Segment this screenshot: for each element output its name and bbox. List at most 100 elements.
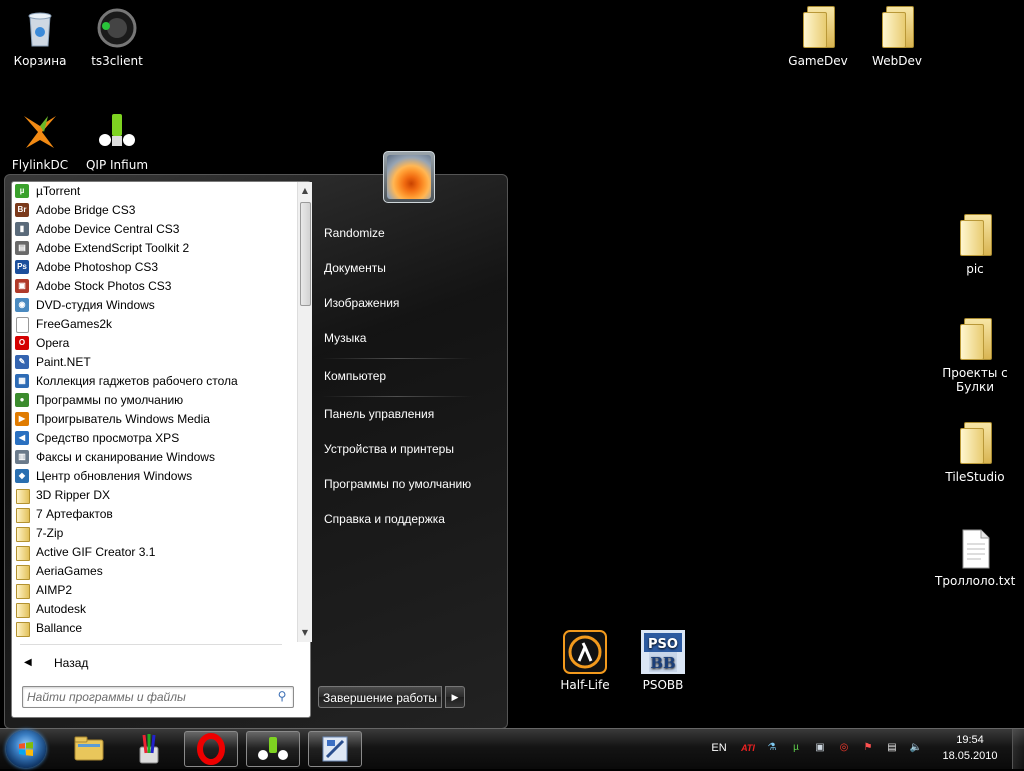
start-item-computer[interactable]: Компьютер (324, 365, 386, 387)
divider (321, 396, 473, 397)
program-list-item[interactable]: ▦ Коллекция гаджетов рабочего стола (12, 372, 296, 391)
start-item-pictures[interactable]: Изображения (324, 292, 399, 314)
start-item-music[interactable]: Музыка (324, 327, 366, 349)
program-list-item[interactable]: 3D Ripper DX (12, 486, 296, 505)
program-list-item[interactable]: 7-Zip (12, 524, 296, 543)
search-box[interactable]: ⚲ (22, 686, 294, 708)
action-center-icon[interactable]: ⚑ (860, 740, 876, 756)
program-label: Adobe Bridge CS3 (36, 203, 136, 217)
taskbar-photoshop-button[interactable] (308, 731, 362, 767)
folder-icon (16, 508, 30, 523)
teamspeak-icon (95, 6, 139, 50)
start-item-control-panel[interactable]: Панель управления (324, 403, 434, 425)
program-list-item[interactable]: 7 Артефактов (12, 505, 296, 524)
taskbar-qip-button[interactable] (246, 731, 300, 767)
desktop-icon-label: GameDev (788, 54, 848, 68)
program-list-item[interactable]: ✎ Paint.NET (12, 353, 296, 372)
start-menu: µ µTorrent Br Adobe Bridge CS3 ▮ Adobe Device… (4, 151, 508, 729)
half-life-icon (563, 630, 607, 674)
program-list-item[interactable]: FreeGames2k (12, 315, 296, 334)
utorrent-tray-icon[interactable]: µ (788, 740, 804, 756)
program-list-scrollbar[interactable]: ▲ ▼ (297, 182, 312, 642)
program-list-item[interactable]: ▥ Факсы и сканирование Windows (12, 448, 296, 467)
desktop-icon-qip-infium[interactable]: QIP Infium (77, 110, 157, 172)
program-label: Факсы и сканирование Windows (36, 450, 215, 464)
program-label: Paint.NET (36, 355, 91, 369)
program-list-item[interactable]: ◀ Средство просмотра XPS (12, 429, 296, 448)
start-item-devices-printers[interactable]: Устройства и принтеры (324, 438, 454, 460)
language-indicator[interactable]: EN (710, 740, 728, 756)
program-list-item[interactable]: Ballance (12, 619, 296, 638)
network-share-icon[interactable]: ⚗ (764, 740, 780, 756)
desktop-icon-tilestudio[interactable]: TileStudio (935, 422, 1015, 484)
scroll-thumb[interactable] (300, 202, 311, 306)
scroll-up-arrow-icon[interactable]: ▲ (298, 184, 312, 198)
desktop-icon-trollolo-txt[interactable]: Троллоло.txt (935, 526, 1015, 588)
back-button[interactable]: ◀ Назад (16, 652, 296, 674)
taskbar-opera-button[interactable] (184, 731, 238, 767)
program-list-item[interactable]: Active GIF Creator 3.1 (12, 543, 296, 562)
network-icon[interactable]: ▤ (884, 740, 900, 756)
clock-date: 18.05.2010 (942, 750, 998, 762)
start-item-default-programs[interactable]: Программы по умолчанию (324, 473, 471, 495)
user-picture[interactable] (383, 151, 435, 203)
ati-icon[interactable]: ATI (740, 740, 756, 756)
shutdown-button[interactable]: Завершение работы (318, 686, 442, 708)
program-list-item[interactable]: ▤ Adobe ExtendScript Toolkit 2 (12, 239, 296, 258)
desktop-icon-proekty-s-bulki[interactable]: Проекты с Булки (935, 318, 1015, 394)
program-list-item[interactable]: O Opera (12, 334, 296, 353)
desktop-icon-half-life[interactable]: Half-Life (545, 630, 625, 692)
folder-icon (16, 546, 30, 561)
program-list-item[interactable]: Autodesk (12, 600, 296, 619)
qip-icon (258, 737, 288, 760)
start-button[interactable] (6, 730, 46, 768)
desktop-icon-label: Троллоло.txt (935, 574, 1016, 588)
program-label: 7-Zip (36, 526, 64, 540)
program-list-item[interactable]: ◆ Центр обновления Windows (12, 467, 296, 486)
desktop-icon-webdev[interactable]: WebDev (857, 6, 937, 68)
program-label: Коллекция гаджетов рабочего стола (36, 374, 238, 388)
desktop-icon-recycle-bin[interactable]: Корзина (0, 6, 80, 68)
start-item-randomize[interactable]: Randomize (324, 222, 385, 244)
program-list-item[interactable]: ◉ DVD-студия Windows (12, 296, 296, 315)
program-list-item[interactable]: ▣ Adobe Stock Photos CS3 (12, 277, 296, 296)
show-desktop-button[interactable] (1012, 729, 1024, 769)
scroll-down-arrow-icon[interactable]: ▼ (298, 626, 312, 640)
desktop-icon-pic[interactable]: pic (935, 214, 1015, 276)
program-label: DVD-студия Windows (36, 298, 155, 312)
opera-tray-icon[interactable]: ◎ (836, 740, 852, 756)
start-item-help-support[interactable]: Справка и поддержка (324, 508, 445, 530)
safely-remove-icon[interactable]: ▣ (812, 740, 828, 756)
volume-icon[interactable]: 🔈 (908, 740, 924, 756)
paint-icon (139, 734, 159, 764)
desktop-icon-label: Half-Life (560, 678, 610, 692)
search-icon[interactable]: ⚲ (275, 689, 289, 703)
search-input[interactable] (25, 688, 269, 706)
program-list-item[interactable]: AIMP2 (12, 581, 296, 600)
program-list-item[interactable]: ▮ Adobe Device Central CS3 (12, 220, 296, 239)
clock[interactable]: 19:54 18.05.2010 (938, 732, 1002, 764)
desktop-icon-gamedev[interactable]: GameDev (778, 6, 858, 68)
program-list-item[interactable]: Br Adobe Bridge CS3 (12, 201, 296, 220)
start-item-documents[interactable]: Документы (324, 257, 386, 279)
program-list-item[interactable]: ● Программы по умолчанию (12, 391, 296, 410)
program-list-item[interactable]: Ps Adobe Photoshop CS3 (12, 258, 296, 277)
program-list-item[interactable]: ▶ Проигрыватель Windows Media (12, 410, 296, 429)
taskbar-paint-button[interactable] (122, 731, 176, 767)
opera-icon (197, 733, 225, 765)
folder-icon (16, 622, 30, 637)
desktop-icon-ts3client[interactable]: ts3client (77, 6, 157, 68)
photoshop-icon (322, 736, 348, 762)
desktop-icon-psobb[interactable]: PSO BB PSOBB (623, 630, 703, 692)
utorrent-icon: µ (15, 184, 29, 198)
desktop-icon-flylinkdc[interactable]: FlylinkDC (0, 110, 80, 172)
program-label: AeriaGames (36, 564, 103, 578)
divider (20, 644, 282, 645)
taskbar-explorer-button[interactable] (62, 731, 116, 767)
paint-net-icon: ✎ (15, 355, 29, 369)
program-label: µTorrent (36, 184, 81, 198)
shutdown-options-arrow-icon[interactable]: ▶ (445, 686, 465, 708)
program-list-item[interactable]: AeriaGames (12, 562, 296, 581)
desktop-icon-label: Корзина (13, 54, 67, 68)
program-list-item[interactable]: µ µTorrent (12, 182, 296, 201)
